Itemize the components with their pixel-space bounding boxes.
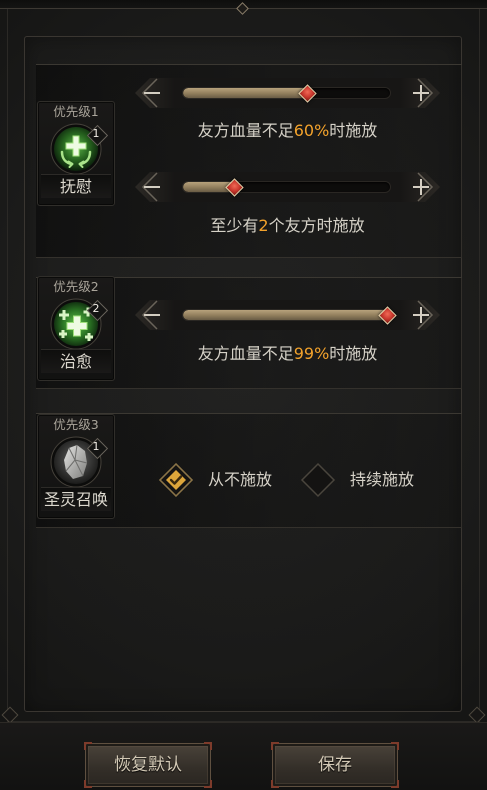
plus-icon bbox=[413, 307, 429, 323]
button-corner-ornament bbox=[84, 742, 92, 750]
skill-priority-screen: 优先级1 1 抚慰 友方血量不足60%时施放 至少有2个友方时施放 优先级2 2… bbox=[0, 0, 487, 790]
slider-track[interactable] bbox=[183, 310, 390, 320]
option-never-cast[interactable]: 从不施放 bbox=[158, 462, 272, 498]
priority-label: 优先级1 bbox=[53, 104, 99, 119]
condition-suffix: 时施放 bbox=[329, 121, 378, 140]
hp-threshold-slider bbox=[135, 78, 440, 108]
button-corner-ornament bbox=[391, 742, 399, 750]
minus-icon bbox=[144, 314, 160, 316]
button-label: 保存 bbox=[318, 755, 352, 775]
condition-prefix: 友方血量不足 bbox=[197, 121, 294, 140]
button-label: 恢复默认 bbox=[114, 755, 182, 775]
condition-prefix: 至少有 bbox=[210, 216, 259, 235]
button-corner-ornament bbox=[84, 780, 92, 788]
diamond-checkbox-icon bbox=[158, 462, 194, 498]
button-corner-ornament bbox=[271, 780, 279, 788]
hp-threshold-slider bbox=[135, 300, 440, 330]
save-button[interactable]: 保存 bbox=[271, 742, 399, 788]
increase-button[interactable] bbox=[406, 78, 436, 108]
plus-icon bbox=[413, 85, 429, 101]
skill-card-3: 优先级3 1 圣灵召唤 bbox=[37, 414, 115, 519]
badge-number: 1 bbox=[92, 440, 100, 453]
badge-number: 1 bbox=[92, 127, 100, 140]
slider-track[interactable] bbox=[183, 182, 390, 192]
minus-icon bbox=[144, 92, 160, 94]
button-corner-ornament bbox=[271, 742, 279, 750]
skill-card-1: 优先级1 1 抚慰 bbox=[37, 101, 115, 206]
condition-value: 60% bbox=[293, 121, 330, 140]
button-corner-ornament bbox=[204, 780, 212, 788]
skill-level-badge: 1 bbox=[87, 438, 105, 456]
slider-track[interactable] bbox=[183, 88, 390, 98]
option-label: 从不施放 bbox=[208, 470, 273, 489]
option-always-cast[interactable]: 持续施放 bbox=[300, 462, 414, 498]
condition-suffix: 时施放 bbox=[329, 344, 378, 363]
skill-name: 圣灵召唤 bbox=[41, 487, 111, 511]
badge-number: 2 bbox=[92, 302, 100, 315]
condition-value: 2 bbox=[258, 216, 269, 235]
skill-level-badge: 2 bbox=[87, 300, 105, 318]
condition-prefix: 友方血量不足 bbox=[197, 344, 294, 363]
ally-count-slider bbox=[135, 172, 440, 202]
plus-icon bbox=[413, 179, 429, 195]
condition-suffix: 个友方时施放 bbox=[268, 216, 365, 235]
condition-text: 友方血量不足99%时施放 bbox=[135, 344, 440, 364]
skill-level-badge: 1 bbox=[87, 125, 105, 143]
increase-button[interactable] bbox=[406, 300, 436, 330]
skill-name: 抚慰 bbox=[41, 174, 111, 198]
decrease-button[interactable] bbox=[137, 78, 167, 108]
decrease-button[interactable] bbox=[137, 172, 167, 202]
skill-card-2: 优先级2 2 治愈 bbox=[37, 276, 115, 381]
slider-fill bbox=[183, 88, 308, 98]
button-corner-ornament bbox=[204, 742, 212, 750]
minus-icon bbox=[144, 186, 160, 188]
button-corner-ornament bbox=[391, 780, 399, 788]
diamond-checkbox-icon bbox=[300, 462, 336, 498]
priority-label: 优先级3 bbox=[53, 417, 99, 432]
skill-name: 治愈 bbox=[41, 349, 111, 373]
priority-label: 优先级2 bbox=[53, 279, 99, 294]
condition-value: 99% bbox=[293, 344, 330, 363]
reset-default-button[interactable]: 恢复默认 bbox=[84, 742, 212, 788]
increase-button[interactable] bbox=[406, 172, 436, 202]
decrease-button[interactable] bbox=[137, 300, 167, 330]
condition-text: 至少有2个友方时施放 bbox=[135, 216, 440, 236]
option-label: 持续施放 bbox=[350, 470, 415, 489]
footer-bar bbox=[0, 722, 487, 790]
slider-fill bbox=[183, 310, 388, 320]
condition-text: 友方血量不足60%时施放 bbox=[135, 121, 440, 141]
